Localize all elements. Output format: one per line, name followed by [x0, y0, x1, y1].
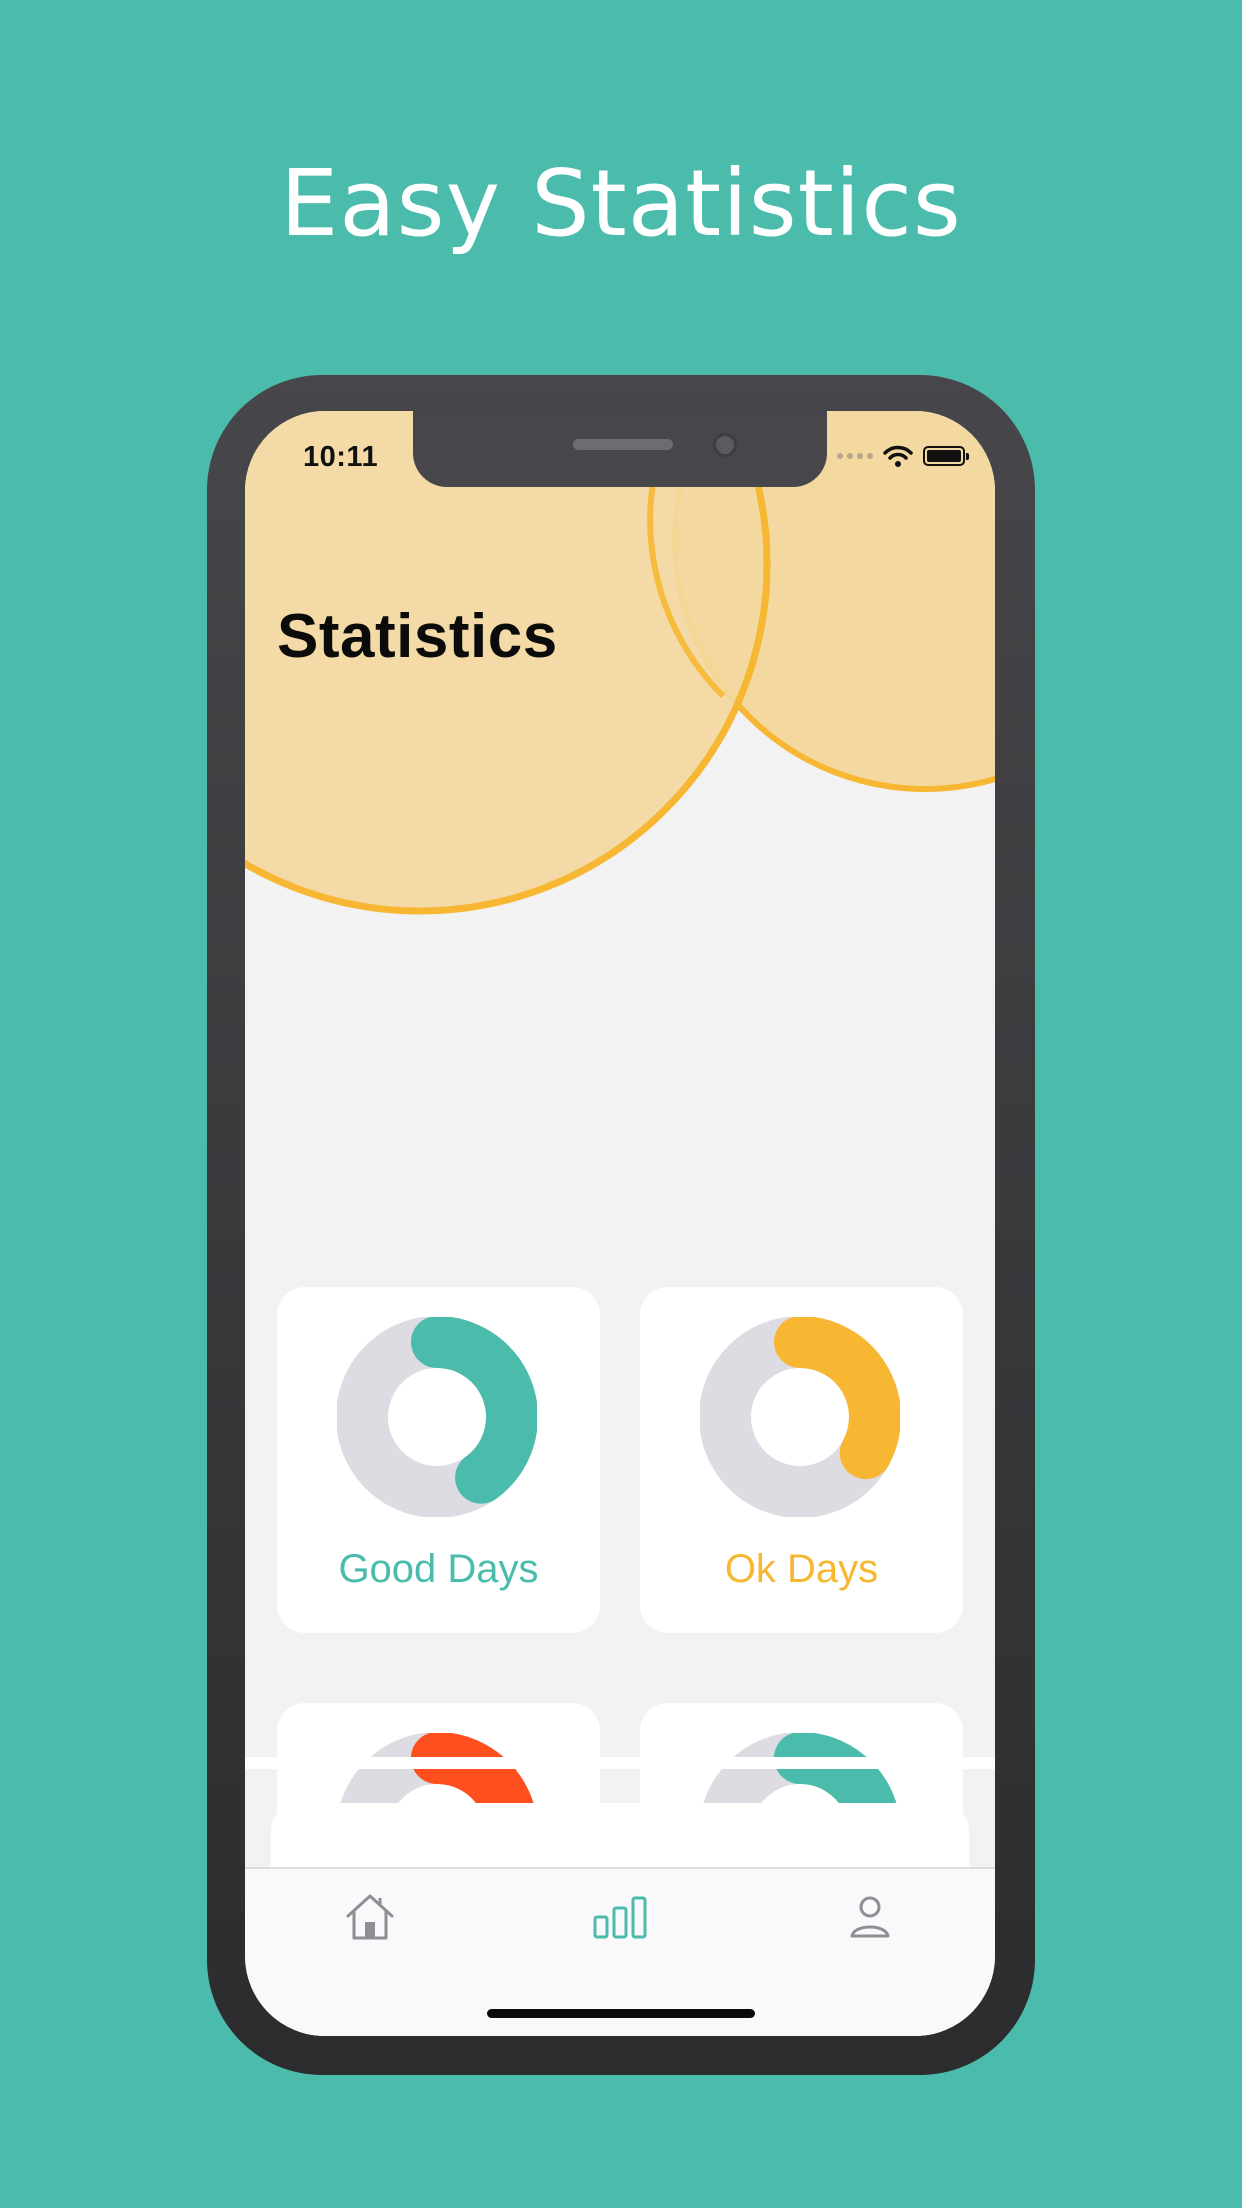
notch	[413, 411, 827, 487]
stat-label: Ok Days	[724, 1547, 879, 1591]
bar-chart-icon	[593, 1896, 647, 1939]
status-icons	[837, 445, 969, 467]
wifi-icon	[883, 445, 913, 467]
page-title: Statistics	[277, 602, 558, 671]
donut-chart	[337, 1317, 537, 1517]
speaker	[573, 439, 673, 450]
donut-progress-arc	[774, 1317, 900, 1480]
tab-home[interactable]	[340, 1887, 400, 1947]
tab-statistics[interactable]	[590, 1887, 650, 1947]
section-divider	[245, 1757, 995, 1769]
person-icon	[850, 1896, 890, 1938]
hero-background	[245, 411, 995, 951]
tab-profile[interactable]	[840, 1887, 900, 1947]
home-indicator[interactable]	[487, 2009, 755, 2018]
cellular-signal-icon	[837, 453, 873, 459]
stat-card[interactable]: Good Days	[277, 1287, 600, 1633]
camera	[713, 433, 737, 457]
stat-label: Good Days	[338, 1547, 539, 1591]
app-screen: 10:11 Statistics Good DaysOk DaysBad Day…	[245, 411, 995, 2036]
donut-progress-arc	[411, 1317, 537, 1504]
home-icon	[346, 1894, 394, 1940]
donut-chart	[700, 1317, 900, 1517]
status-time: 10:11	[303, 441, 379, 473]
stat-card[interactable]: Ok Days	[640, 1287, 963, 1633]
battery-icon	[923, 446, 969, 466]
phone-frame: 10:11 Statistics Good DaysOk DaysBad Day…	[207, 375, 1035, 2075]
headline: Easy Statistics	[280, 150, 962, 257]
